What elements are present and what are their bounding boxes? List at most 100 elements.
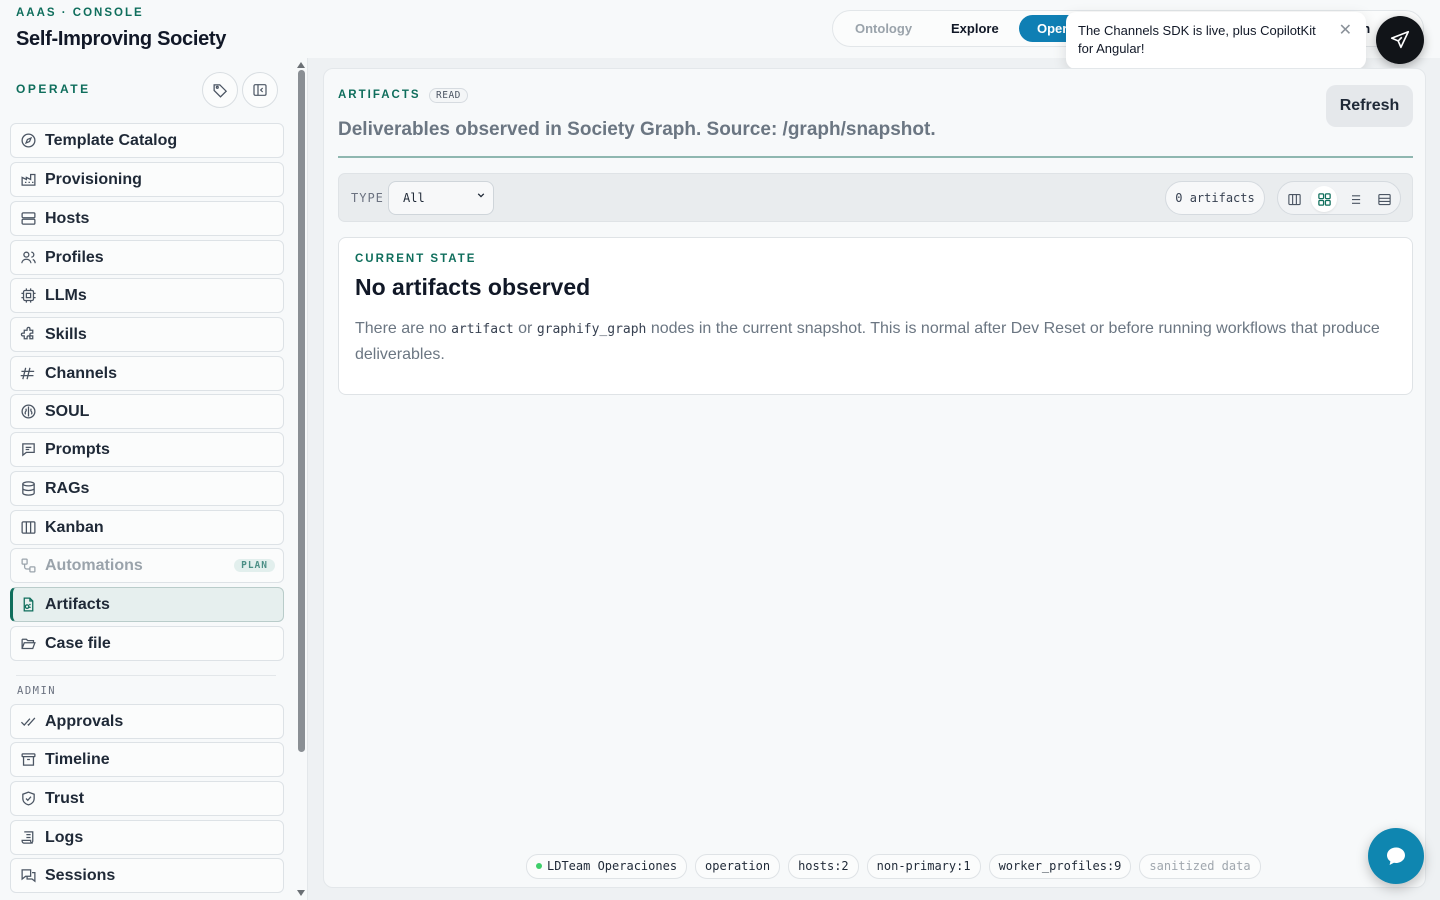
brand-eyebrow: AAAS · CONSOLE xyxy=(16,7,144,19)
sidebar-item-label: SOUL xyxy=(45,402,90,420)
chat-icon[interactable] xyxy=(1368,828,1424,884)
sidebar-item-approvals[interactable]: Approvals xyxy=(10,704,284,739)
state-desc-part: There are no xyxy=(355,320,452,337)
file-artifact-icon xyxy=(19,596,37,614)
sidebar-item-label: Case file xyxy=(45,634,111,652)
grid-view-icon[interactable] xyxy=(1311,186,1337,212)
sidebar-section-operate: OPERATE xyxy=(16,82,91,96)
worker-profiles-chip: worker_profiles:9 xyxy=(988,854,1132,879)
sidebar-item-label: Logs xyxy=(45,828,84,846)
sidebar-item-hosts[interactable]: Hosts xyxy=(10,201,284,236)
factory-icon xyxy=(19,171,37,189)
sidebar-item-prompts[interactable]: Prompts xyxy=(10,432,284,467)
status-chips: LDTeam Operaciones operation hosts:2 non… xyxy=(526,854,1261,879)
tag-icon[interactable] xyxy=(202,72,238,108)
sidebar-item-label: Channels xyxy=(45,364,118,382)
read-badge: READ xyxy=(429,88,468,103)
shield-check-icon xyxy=(19,790,37,808)
brand-title: Self-Improving Society xyxy=(16,28,227,50)
brain-icon xyxy=(19,403,37,421)
columns-icon xyxy=(19,519,37,537)
main-panel: ARTIFACTS READ Deliverables observed in … xyxy=(323,68,1426,888)
code-graphify-graph: graphify_graph xyxy=(536,322,647,337)
sidebar-item-llms[interactable]: LLMs xyxy=(10,278,284,313)
folder-open-icon xyxy=(19,635,37,653)
mode-chip: operation xyxy=(695,854,781,879)
status-dot-icon xyxy=(536,863,542,869)
artifact-count: 0 artifacts xyxy=(1165,181,1265,215)
sidebar-item-case-file[interactable]: Case file xyxy=(10,626,284,661)
announcement-toast: The Channels SDK is live, plus CopilotKi… xyxy=(1066,12,1366,69)
state-eyebrow: CURRENT STATE xyxy=(355,253,477,265)
filter-bar: TYPE All 0 artifacts xyxy=(338,173,1413,222)
sidebar-item-label: Provisioning xyxy=(45,170,142,188)
scroll-thumb[interactable] xyxy=(298,70,305,752)
sidebar-item-label: Approvals xyxy=(45,712,124,730)
broadcast-icon xyxy=(19,365,37,383)
sidebar-item-trust[interactable]: Trust xyxy=(10,781,284,816)
compass-icon xyxy=(19,132,37,150)
sidebar-item-label: LLMs xyxy=(45,286,87,304)
sidebar-section-admin: ADMIN xyxy=(17,685,57,697)
sidebar-scrollbar[interactable] xyxy=(296,62,306,896)
sidebar-item-timeline[interactable]: Timeline xyxy=(10,742,284,777)
sidebar-item-template-catalog[interactable]: Template Catalog xyxy=(10,123,284,158)
collapse-sidebar-icon[interactable] xyxy=(242,72,278,108)
state-description: There are no artifact or graphify_graph … xyxy=(355,316,1400,367)
close-icon[interactable]: ✕ xyxy=(1339,22,1352,40)
state-desc-part: or xyxy=(513,320,537,337)
sidebar-item-label: Automations xyxy=(45,556,143,574)
sidebar-item-channels[interactable]: Channels xyxy=(10,356,284,391)
sidebar-item-rags[interactable]: RAGs xyxy=(10,471,284,506)
sidebar-item-label: Trust xyxy=(45,789,85,807)
code-artifact: artifact xyxy=(451,322,514,337)
scroll-up-icon[interactable] xyxy=(297,62,305,68)
sidebar-item-label: RAGs xyxy=(45,479,90,497)
sidebar-item-label: Template Catalog xyxy=(45,131,178,149)
workflow-icon xyxy=(19,557,37,575)
puzzle-icon xyxy=(19,326,37,344)
type-select[interactable]: All xyxy=(388,181,494,215)
tab-explore[interactable]: Explore xyxy=(933,15,1017,42)
page-eyebrow: ARTIFACTS xyxy=(338,89,421,101)
sidebar-item-kanban[interactable]: Kanban xyxy=(10,510,284,545)
sidebar-item-skills[interactable]: Skills xyxy=(10,317,284,352)
sidebar-item-label: Kanban xyxy=(45,518,104,536)
sidebar-item-automations[interactable]: Automations PLAN xyxy=(10,548,284,583)
refresh-button[interactable]: Refresh xyxy=(1326,85,1413,127)
title-divider xyxy=(338,156,1413,158)
chevron-down-icon xyxy=(477,193,485,198)
sidebar-item-sessions[interactable]: Sessions xyxy=(10,858,284,893)
server-icon xyxy=(19,210,37,228)
users-icon xyxy=(19,249,37,267)
chat-bubbles-icon xyxy=(19,867,37,885)
scroll-down-icon[interactable] xyxy=(297,890,305,896)
state-title: No artifacts observed xyxy=(355,274,591,300)
sidebar-item-provisioning[interactable]: Provisioning xyxy=(10,162,284,197)
sidebar-item-label: Timeline xyxy=(45,750,110,768)
archive-icon xyxy=(19,751,37,769)
view-toggle xyxy=(1277,181,1401,215)
sidebar-item-logs[interactable]: Logs xyxy=(10,820,284,855)
tab-ontology[interactable]: Ontology xyxy=(837,15,930,42)
plan-badge: PLAN xyxy=(234,559,275,572)
sidebar-item-label: Prompts xyxy=(45,440,110,458)
sidebar-item-profiles[interactable]: Profiles xyxy=(10,240,284,275)
columns-view-icon[interactable] xyxy=(1281,186,1307,212)
sidebar-item-soul[interactable]: SOUL xyxy=(10,394,284,429)
chip-label: LDTeam Operaciones xyxy=(547,859,678,873)
paper-plane-icon[interactable] xyxy=(1376,16,1424,64)
sidebar-item-label: Artifacts xyxy=(45,595,110,613)
message-square-icon xyxy=(19,441,37,459)
page-subtitle: Deliverables observed in Society Graph. … xyxy=(338,119,936,140)
sidebar-item-artifacts[interactable]: Artifacts xyxy=(10,587,284,622)
non-primary-chip: non-primary:1 xyxy=(866,854,981,879)
table-view-icon[interactable] xyxy=(1371,186,1397,212)
sidebar-item-label: Skills xyxy=(45,325,87,343)
type-select-value: All xyxy=(403,191,425,205)
scroll-icon xyxy=(19,829,37,847)
double-check-icon xyxy=(19,713,37,731)
sidebar-item-label: Sessions xyxy=(45,866,116,884)
list-view-icon[interactable] xyxy=(1341,186,1367,212)
empty-state-card: CURRENT STATE No artifacts observed Ther… xyxy=(338,237,1413,395)
